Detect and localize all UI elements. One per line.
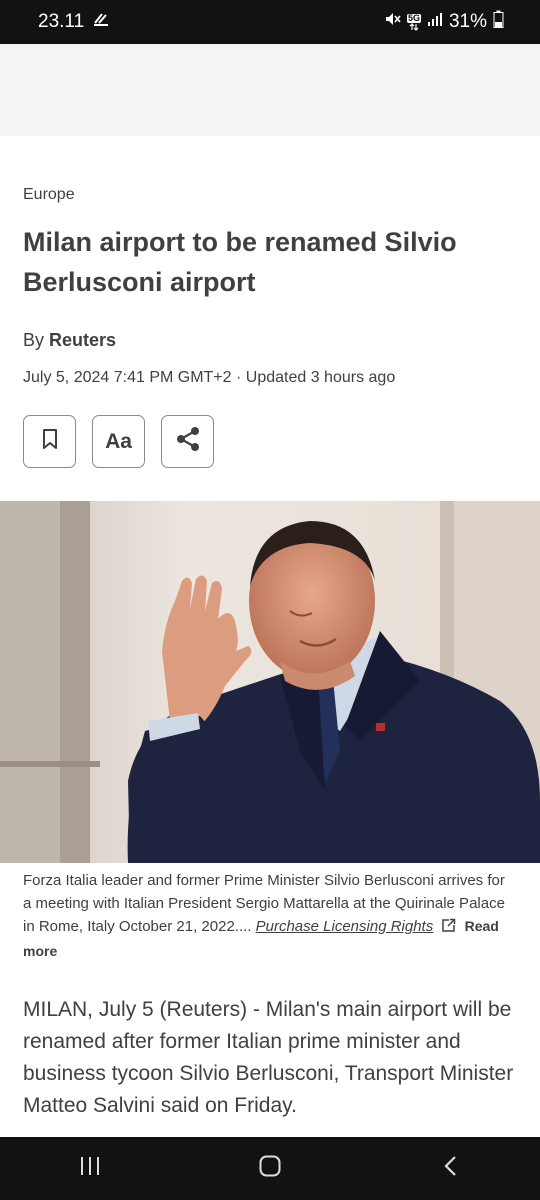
byline: By Reuters: [23, 330, 116, 351]
dateline: July 5, 2024 7:41 PM GMT+2 · Updated 3 h…: [23, 369, 396, 386]
home-button[interactable]: [240, 1144, 300, 1194]
byline-author[interactable]: Reuters: [49, 330, 116, 350]
recents-icon: [79, 1156, 101, 1181]
system-nav-bar: [0, 1137, 540, 1200]
article-actions: Aa: [23, 415, 214, 468]
cast-notification-icon: [92, 11, 110, 33]
share-button[interactable]: [161, 415, 214, 468]
article-body-paragraph: MILAN, July 5 (Reuters) - Milan's main a…: [23, 998, 514, 1117]
text-size-label: Aa: [105, 429, 132, 453]
article-photo[interactable]: [0, 501, 540, 863]
status-time: 23.11: [38, 11, 85, 32]
ad-placeholder: [0, 44, 540, 136]
text-size-button[interactable]: Aa: [92, 415, 145, 468]
back-button[interactable]: [420, 1144, 480, 1194]
byline-prefix: By: [23, 330, 45, 350]
mute-icon: [383, 10, 401, 34]
status-bar: 23.11 5G 31%: [0, 0, 540, 44]
network-type-icon: 5G: [406, 12, 421, 31]
bookmark-button[interactable]: [23, 415, 76, 468]
berlusconi-photo: [0, 501, 540, 863]
bookmark-icon: [42, 429, 58, 454]
signal-icon: [427, 11, 443, 33]
section-label[interactable]: Europe: [23, 186, 75, 204]
purchase-licensing-link[interactable]: Purchase Licensing Rights: [256, 918, 434, 935]
battery-percent: 31%: [448, 11, 487, 32]
external-link-icon: [441, 917, 456, 940]
recents-button[interactable]: [60, 1144, 120, 1194]
article-headline: Milan airport to be renamed Silvio Berlu…: [23, 227, 457, 297]
share-icon: [173, 424, 203, 459]
network-label: 5G: [406, 12, 421, 23]
battery-icon: [493, 10, 504, 34]
photo-caption: Forza Italia leader and former Prime Min…: [23, 869, 515, 963]
home-icon: [258, 1154, 282, 1183]
back-icon: [443, 1155, 457, 1182]
